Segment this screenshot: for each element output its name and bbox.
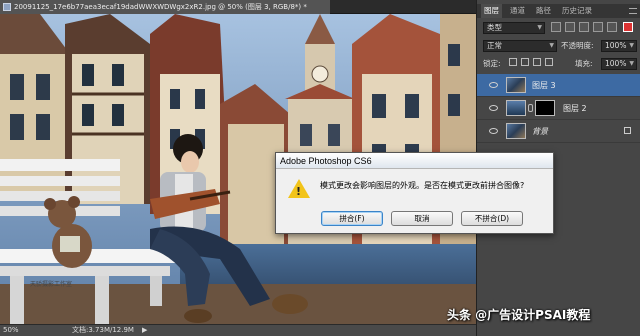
blend-mode-select[interactable]: 正常 ▼ bbox=[483, 40, 557, 52]
image-file-icon bbox=[3, 3, 11, 11]
blend-mode-value: 正常 bbox=[487, 41, 502, 50]
fill-label: 填充: bbox=[575, 59, 593, 68]
opacity-label: 不透明度: bbox=[561, 41, 594, 50]
filter-adjustment-icon[interactable] bbox=[565, 22, 575, 32]
lock-pixels-icon[interactable] bbox=[521, 58, 529, 66]
filter-type-icon[interactable] bbox=[579, 22, 589, 32]
visibility-eye-icon[interactable] bbox=[489, 105, 498, 111]
lock-position-icon[interactable] bbox=[533, 58, 541, 66]
fill-field[interactable]: 100% ▼ bbox=[601, 58, 637, 70]
flatten-dialog: Adobe Photoshop CS6 ! 模式更改会影响图层的外观。是否在模式… bbox=[275, 152, 554, 234]
dialog-message: 模式更改会影响图层的外观。是否在模式更改前拼合图像? bbox=[320, 181, 525, 190]
chevron-down-icon: ▼ bbox=[537, 24, 542, 31]
dont-flatten-button[interactable]: 不拼合(D) bbox=[461, 211, 523, 226]
layer-thumbnail bbox=[506, 77, 526, 93]
blend-row: 正常 ▼ 不透明度: 100% ▼ bbox=[477, 38, 640, 54]
layer-filter-value: 类型 bbox=[487, 23, 502, 32]
opacity-field[interactable]: 100% ▼ bbox=[601, 40, 637, 52]
fill-value: 100% bbox=[605, 59, 627, 68]
tab-history[interactable]: 历史记录 bbox=[559, 4, 595, 18]
cancel-button[interactable]: 取消 bbox=[391, 211, 453, 226]
panel-menu-icon[interactable] bbox=[629, 8, 637, 14]
document-tab-title: 20091125_17e6b77aea3ecaf19dadWWXWDWgx2xR… bbox=[14, 3, 307, 11]
lock-transparent-icon[interactable] bbox=[509, 58, 517, 66]
layer-thumbnail bbox=[506, 123, 526, 139]
panel-tab-bar: 图层 通道 路径 历史记录 bbox=[477, 4, 640, 18]
tab-paths[interactable]: 路径 bbox=[533, 4, 554, 18]
opacity-value: 100% bbox=[605, 41, 627, 50]
layer-name[interactable]: 图层 2 bbox=[563, 103, 587, 114]
visibility-eye-icon[interactable] bbox=[489, 82, 498, 88]
filter-toggle-icon[interactable] bbox=[623, 22, 633, 32]
lock-label: 锁定: bbox=[483, 59, 501, 68]
filter-smart-object-icon[interactable] bbox=[607, 22, 617, 32]
status-menu-arrow-icon[interactable]: ▶ bbox=[142, 325, 147, 336]
dialog-title: Adobe Photoshop CS6 bbox=[276, 153, 553, 169]
document-tab[interactable]: 20091125_17e6b77aea3ecaf19dadWWXWDWgx2xR… bbox=[0, 0, 330, 14]
filter-shape-icon[interactable] bbox=[593, 22, 603, 32]
document-size: 文档:3.73M/12.9M bbox=[72, 326, 134, 334]
filter-pixel-icon[interactable] bbox=[551, 22, 561, 32]
layer-filter-select[interactable]: 类型 ▼ bbox=[483, 22, 545, 34]
chevron-down-icon: ▼ bbox=[629, 42, 634, 49]
source-watermark: 头条 @广告设计PSAI教程 bbox=[447, 308, 591, 322]
layer-mask-thumbnail[interactable] bbox=[535, 100, 555, 116]
layer-row-layer-2[interactable]: 图层 2 bbox=[477, 97, 640, 120]
document-tab-bar: 20091125_17e6b77aea3ecaf19dadWWXWDWgx2xR… bbox=[0, 0, 476, 14]
layer-row-layer-3[interactable]: 图层 3 bbox=[477, 74, 640, 97]
warning-exclamation-icon: ! bbox=[296, 185, 302, 198]
lock-fill-row: 锁定: 填充: 100% ▼ bbox=[477, 56, 640, 72]
chevron-down-icon: ▼ bbox=[629, 60, 634, 67]
visibility-eye-icon[interactable] bbox=[489, 128, 498, 134]
bench-logo-text: 天骄摄影工作室 bbox=[30, 280, 72, 288]
zoom-level[interactable]: 50% bbox=[3, 325, 19, 336]
tab-channels[interactable]: 通道 bbox=[507, 4, 528, 18]
layer-thumbnail bbox=[506, 100, 526, 116]
chevron-down-icon: ▼ bbox=[549, 42, 554, 49]
lock-icon bbox=[624, 127, 631, 134]
layer-name[interactable]: 图层 3 bbox=[532, 80, 556, 91]
lock-all-icon[interactable] bbox=[545, 58, 553, 66]
status-bar: 50% 文档:3.73M/12.9M ▶ bbox=[0, 324, 476, 336]
link-chain-icon[interactable] bbox=[528, 104, 533, 112]
layer-list: 图层 3 图层 2 背景 bbox=[477, 74, 640, 143]
layer-name[interactable]: 背景 bbox=[532, 126, 548, 137]
layer-row-background[interactable]: 背景 bbox=[477, 120, 640, 143]
flatten-button[interactable]: 拼合(F) bbox=[321, 211, 383, 226]
layer-filter-row: 类型 ▼ bbox=[477, 20, 640, 36]
tab-layers[interactable]: 图层 bbox=[481, 4, 502, 18]
